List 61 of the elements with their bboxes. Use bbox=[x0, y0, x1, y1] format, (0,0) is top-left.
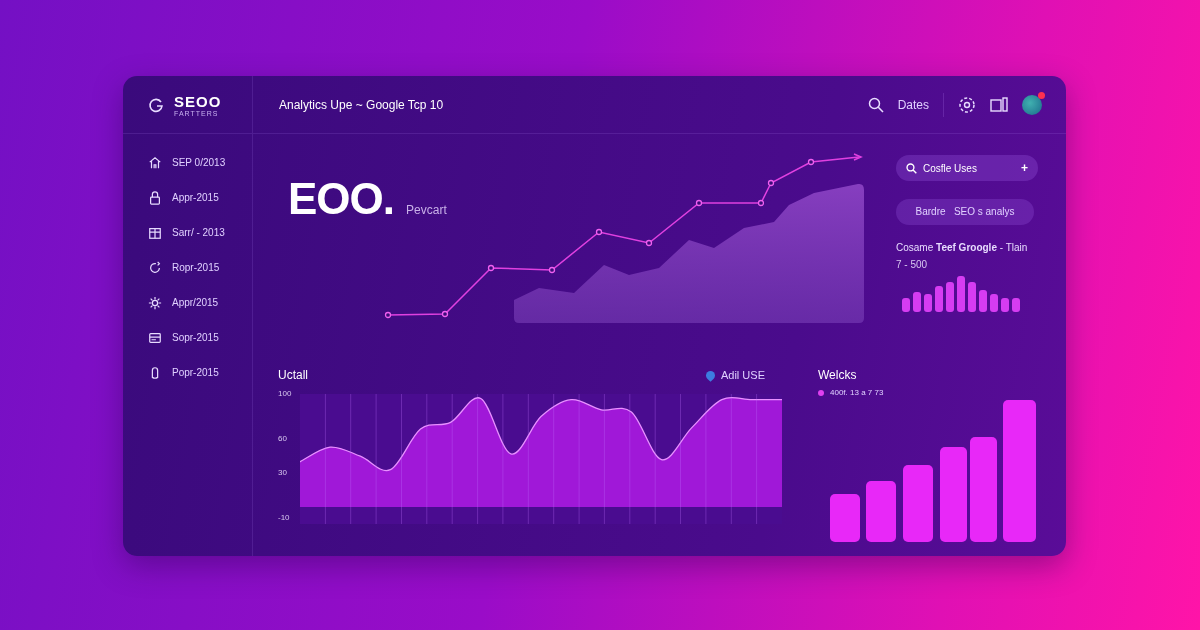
dates-link[interactable]: Dates bbox=[897, 97, 929, 112]
chart-point bbox=[384, 311, 392, 319]
sidebar-item[interactable]: Appr-2015 bbox=[148, 189, 238, 206]
avatar[interactable] bbox=[1022, 94, 1042, 115]
axis-label: 30 bbox=[278, 468, 287, 479]
chart-point bbox=[487, 264, 495, 272]
bar bbox=[935, 286, 943, 312]
lock-icon bbox=[148, 190, 162, 205]
page-title: Analytics Upe ~ Google Tcp 10 bbox=[279, 97, 444, 112]
logo-icon bbox=[148, 96, 164, 113]
calendar-icon bbox=[148, 225, 162, 240]
sidebar-item[interactable]: Sopr-2015 bbox=[148, 329, 238, 346]
chart-point bbox=[441, 310, 449, 318]
legend-label: Adil USE bbox=[720, 369, 765, 381]
chart-point bbox=[767, 179, 775, 187]
hero-caption: Pevcart bbox=[406, 203, 447, 217]
section-title: Uctall bbox=[278, 368, 308, 382]
brand-name: SEOO bbox=[174, 92, 222, 110]
search-icon[interactable] bbox=[867, 96, 884, 113]
chart-point bbox=[645, 239, 653, 247]
bar bbox=[957, 276, 965, 312]
section-title: Welcks bbox=[818, 368, 858, 382]
bar bbox=[866, 481, 896, 542]
bar bbox=[990, 294, 998, 312]
bar bbox=[979, 290, 987, 312]
settings-icon[interactable] bbox=[958, 95, 976, 114]
axis-label: 100 bbox=[278, 389, 292, 399]
gear-icon bbox=[148, 295, 162, 310]
bar bbox=[968, 282, 976, 312]
bar bbox=[913, 292, 921, 312]
range-text: 7 - 500 bbox=[896, 259, 928, 270]
device-icon[interactable] bbox=[990, 96, 1008, 113]
refresh-icon bbox=[148, 260, 162, 275]
panel-heading: Cosame Teef Groogle - Tlain bbox=[896, 242, 1028, 253]
home-icon bbox=[148, 155, 162, 170]
chart-point bbox=[695, 199, 703, 207]
search-icon bbox=[906, 162, 917, 174]
sidebar-item[interactable]: Appr/2015 bbox=[148, 294, 238, 311]
bar bbox=[830, 494, 860, 542]
bar bbox=[946, 282, 954, 312]
hero-value: EOO. bbox=[288, 174, 395, 224]
card-icon bbox=[148, 330, 162, 345]
legend-label: 400f. 13 a 7 73 bbox=[830, 388, 884, 397]
axis-label: 60 bbox=[278, 434, 287, 445]
sidebar-item[interactable]: Popr-2015 bbox=[148, 364, 238, 381]
filter-chip[interactable]: Bardre SEO s analys bbox=[896, 199, 1034, 225]
sidebar-item[interactable]: SEP 0/2013 bbox=[148, 154, 238, 171]
sidebar-item[interactable]: Ropr-2015 bbox=[148, 259, 238, 276]
chart-point bbox=[757, 199, 765, 207]
axis-label: -10 bbox=[278, 513, 290, 524]
search-field[interactable]: Cosfle Uses + bbox=[896, 155, 1038, 181]
chart-point bbox=[548, 266, 556, 274]
bar bbox=[1001, 298, 1009, 312]
sidebar-item[interactable]: Sarr/ - 2013 bbox=[148, 224, 238, 241]
bar bbox=[924, 294, 932, 312]
chart-point bbox=[595, 228, 603, 236]
add-button[interactable]: + bbox=[1021, 161, 1028, 175]
bar bbox=[1012, 298, 1020, 312]
bar bbox=[902, 298, 910, 312]
search-value: Cosfle Uses bbox=[923, 162, 978, 174]
chart-point bbox=[807, 158, 815, 166]
